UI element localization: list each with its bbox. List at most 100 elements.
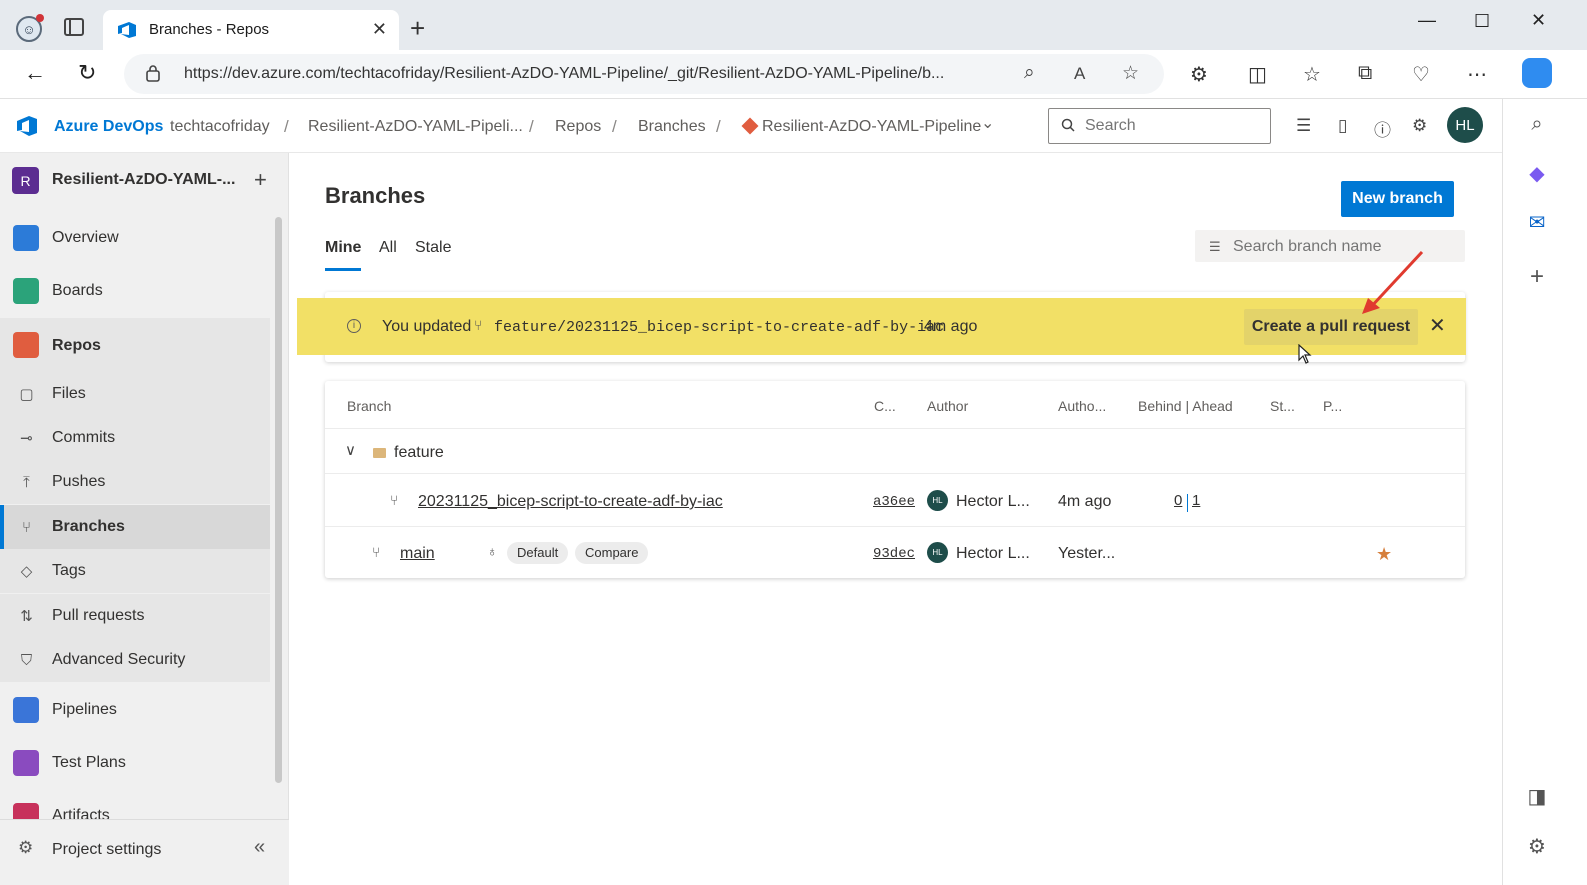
project-settings-label: Project settings xyxy=(52,841,162,858)
column-header-branch[interactable]: Branch xyxy=(347,398,391,414)
extensions-icon[interactable]: ⚙ xyxy=(1190,62,1208,87)
tab-all[interactable]: All xyxy=(379,239,397,257)
copilot-icon[interactable] xyxy=(1522,58,1552,88)
tab-mine[interactable]: Mine xyxy=(325,239,361,257)
refresh-icon[interactable]: ↻ xyxy=(78,60,96,86)
browser-essentials-icon[interactable]: ♡ xyxy=(1412,62,1430,87)
breadcrumb-separator: / xyxy=(529,117,534,136)
commit-link[interactable]: a36ee xyxy=(873,494,915,510)
commit-link[interactable]: 93dec xyxy=(873,546,915,562)
back-icon[interactable]: ← xyxy=(24,60,46,86)
sidebar-toggle-icon[interactable]: ◨ xyxy=(1525,785,1549,809)
search-input[interactable] xyxy=(1085,116,1265,136)
nav-advanced-security[interactable]: ⛉ Advanced Security xyxy=(0,638,270,682)
add-icon[interactable]: + xyxy=(254,167,267,193)
project-header[interactable]: R Resilient-AzDO-YAML-... + xyxy=(12,167,272,197)
browser-tab-branches[interactable]: Branches - Repos ✕ xyxy=(103,10,399,50)
nav-pushes[interactable]: ⤒ Pushes xyxy=(0,460,270,504)
group-feature[interactable]: feature xyxy=(394,444,444,462)
branch-link[interactable]: 20231125_bicep-script-to-create-adf-by-i… xyxy=(418,493,723,511)
user-avatar[interactable]: HL xyxy=(1447,107,1483,143)
copilot-app-icon[interactable]: ◆ xyxy=(1525,162,1549,186)
new-branch-button[interactable]: New branch xyxy=(1341,181,1454,217)
breadcrumb-org[interactable]: techtacofriday xyxy=(170,118,270,136)
favorite-star-icon[interactable]: ☆ xyxy=(1122,62,1139,85)
test-plans-icon xyxy=(13,750,39,776)
split-screen-icon[interactable]: ◫ xyxy=(1248,62,1267,87)
search-box[interactable] xyxy=(1048,108,1271,144)
scrollbar[interactable] xyxy=(275,217,282,783)
favorite-star-icon[interactable]: ★ xyxy=(1376,544,1392,565)
behind-count[interactable]: 0 xyxy=(1174,492,1182,509)
close-window-icon[interactable]: ✕ xyxy=(1531,10,1546,31)
chevron-down-icon[interactable]: ∨ xyxy=(345,441,356,459)
azure-devops-brand[interactable]: Azure DevOps xyxy=(54,118,163,136)
breadcrumb-repository[interactable]: Resilient-AzDO-YAML-Pipeline xyxy=(762,118,981,136)
breadcrumb-project[interactable]: Resilient-AzDO-YAML-Pipeli... xyxy=(308,118,523,136)
read-aloud-icon[interactable]: A xyxy=(1074,64,1085,84)
column-header-commit[interactable]: C... xyxy=(874,398,896,414)
new-tab-icon[interactable]: + xyxy=(410,13,425,44)
settings-icon[interactable]: ⚙ xyxy=(1525,835,1549,859)
ahead-count[interactable]: 1 xyxy=(1192,492,1200,509)
user-settings-icon[interactable]: ⚙ xyxy=(1412,116,1427,136)
search-icon xyxy=(1061,118,1075,132)
column-header-status[interactable]: St... xyxy=(1270,398,1295,414)
column-header-pull-request[interactable]: P... xyxy=(1323,398,1342,414)
nav-repos[interactable]: Repos xyxy=(0,318,270,374)
branch-link[interactable]: main xyxy=(400,545,435,563)
tab-title: Branches - Repos xyxy=(149,21,270,38)
nav-pipelines[interactable]: Pipelines xyxy=(0,687,270,731)
column-header-authored[interactable]: Autho... xyxy=(1058,398,1106,414)
banner-prefix: You updated xyxy=(382,318,472,335)
nav-label: Artifacts xyxy=(52,807,110,819)
push-icon: ⤒ xyxy=(23,474,30,491)
nav-overview[interactable]: Overview xyxy=(0,215,270,259)
collections-icon[interactable]: ⧉ xyxy=(1358,62,1372,85)
nav-test-plans[interactable]: Test Plans xyxy=(0,740,270,784)
nav-pull-requests[interactable]: ⇅ Pull requests xyxy=(0,594,270,638)
nav-commits[interactable]: ⊸ Commits xyxy=(0,416,270,460)
filter-icon: ☰ xyxy=(1209,239,1221,254)
branches-table: Branch C... Author Autho... Behind | Ahe… xyxy=(325,381,1465,578)
nav-label: Commits xyxy=(52,429,116,446)
nav-tags[interactable]: ◇ Tags xyxy=(0,549,270,593)
marketplace-bag-icon[interactable]: ▯ xyxy=(1338,116,1347,136)
help-icon[interactable]: ⓘ xyxy=(1374,116,1391,141)
more-icon[interactable]: ⋯ xyxy=(1467,62,1487,87)
search-icon[interactable]: ⌕ xyxy=(1525,112,1549,136)
favorites-icon[interactable]: ☆ xyxy=(1303,62,1321,87)
zoom-icon[interactable]: ⌕ xyxy=(1024,62,1035,84)
breadcrumb-repos[interactable]: Repos xyxy=(555,118,601,136)
address-bar[interactable]: https://dev.azure.com/techtacofriday/Res… xyxy=(124,54,1164,94)
url-text: https://dev.azure.com/techtacofriday/Res… xyxy=(184,65,945,82)
nav-branches[interactable]: ⑂ Branches xyxy=(0,505,270,549)
column-header-author[interactable]: Author xyxy=(927,398,968,414)
work-items-list-icon[interactable]: ☰ xyxy=(1296,116,1311,136)
notification-dot xyxy=(36,14,44,22)
breadcrumb-branches[interactable]: Branches xyxy=(638,118,706,136)
nav-files[interactable]: ▢ Files xyxy=(0,372,270,416)
divider xyxy=(325,526,1465,527)
project-settings[interactable]: ⚙ Project settings « xyxy=(0,819,289,885)
nav-boards[interactable]: Boards xyxy=(0,268,270,312)
add-icon[interactable]: + xyxy=(1525,265,1549,289)
author-name: Hector L... xyxy=(956,545,1030,562)
pipelines-icon xyxy=(13,697,39,723)
nav-artifacts[interactable]: Artifacts xyxy=(0,793,270,819)
collapse-nav-icon[interactable]: « xyxy=(254,836,265,859)
azure-devops-logo-icon[interactable] xyxy=(16,115,38,137)
divider xyxy=(325,428,1465,429)
close-icon[interactable]: ✕ xyxy=(1429,313,1446,338)
compare-badge[interactable]: Compare xyxy=(575,542,649,564)
artifacts-icon xyxy=(13,803,39,819)
tab-stale[interactable]: Stale xyxy=(415,239,451,257)
chevron-down-icon[interactable]: ⌄ xyxy=(981,113,994,133)
outlook-icon[interactable]: ✉ xyxy=(1525,211,1549,235)
nav-label: Tags xyxy=(52,562,86,579)
tab-actions-icon[interactable] xyxy=(64,18,84,36)
maximize-icon[interactable]: ☐ xyxy=(1474,11,1490,32)
column-header-behind-ahead[interactable]: Behind | Ahead xyxy=(1138,398,1233,414)
minimize-icon[interactable]: — xyxy=(1418,10,1436,31)
close-tab-icon[interactable]: ✕ xyxy=(372,19,387,40)
